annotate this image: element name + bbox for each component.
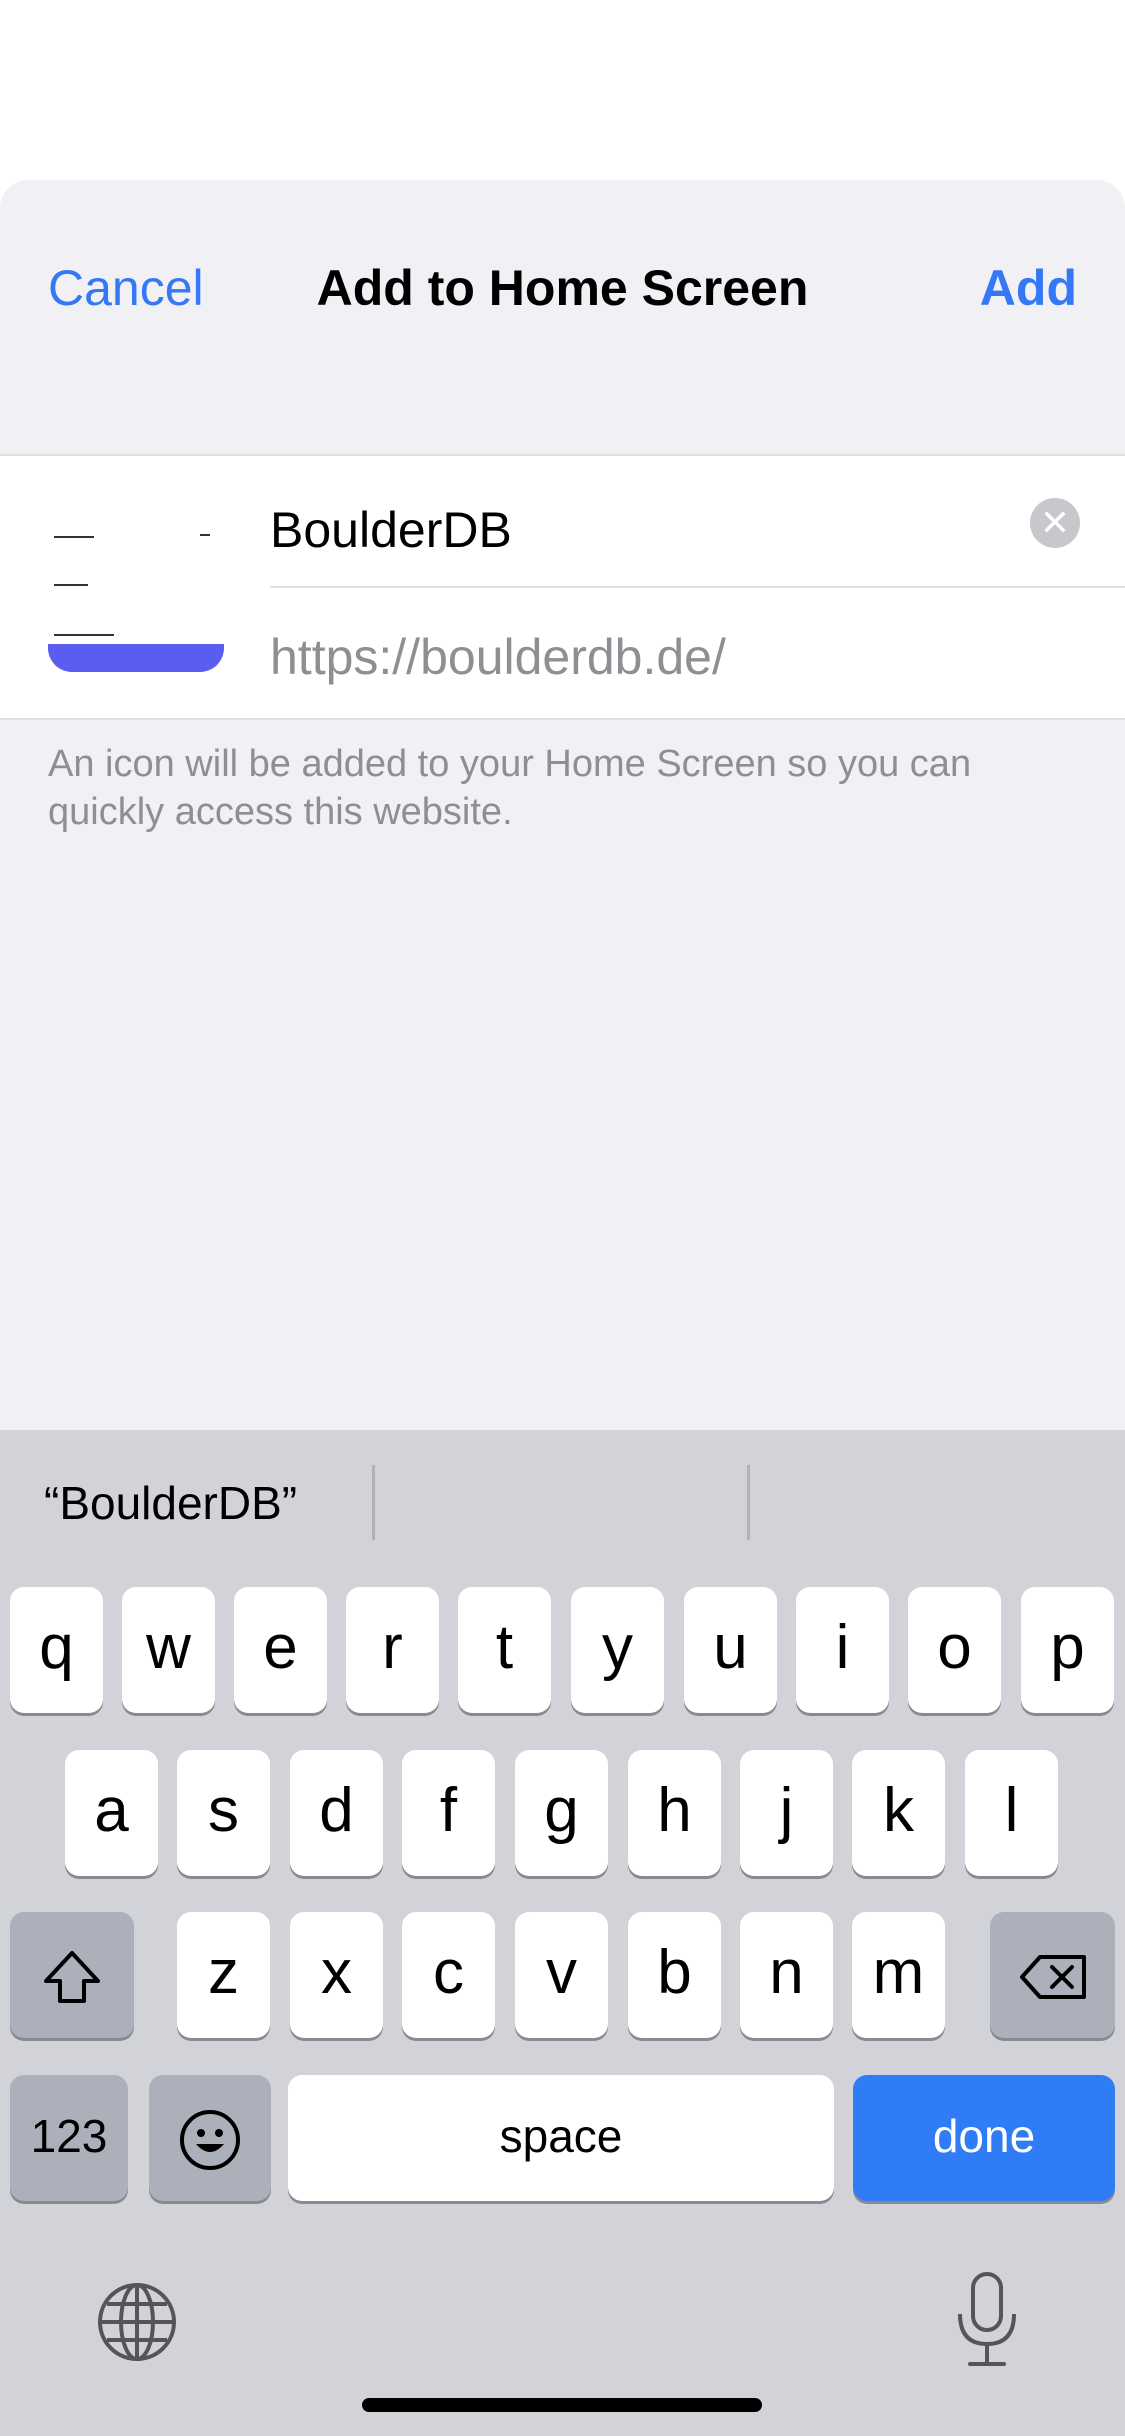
key-k[interactable]: k (852, 1750, 945, 1876)
key-m[interactable]: m (852, 1912, 945, 2038)
suggestion-divider (747, 1465, 750, 1540)
key-c[interactable]: c (402, 1912, 495, 2038)
key-g[interactable]: g (515, 1750, 608, 1876)
key-h[interactable]: h (628, 1750, 721, 1876)
bookmark-card: ✕ https://boulderdb.de/ (0, 454, 1125, 720)
sheet-title: Add to Home Screen (316, 260, 809, 316)
home-indicator[interactable] (362, 2398, 762, 2412)
emoji-icon (180, 2109, 240, 2170)
key-e[interactable]: e (234, 1587, 327, 1713)
key-z[interactable]: z (177, 1912, 270, 2038)
key-l[interactable]: l (965, 1750, 1058, 1876)
shift-key[interactable] (10, 1912, 134, 2038)
key-v[interactable]: v (515, 1912, 608, 2038)
add-button[interactable]: Add (980, 263, 1077, 315)
key-o[interactable]: o (908, 1587, 1001, 1713)
key-f[interactable]: f (402, 1750, 495, 1876)
key-u[interactable]: u (684, 1587, 777, 1713)
delete-icon (1019, 1954, 1086, 1999)
globe-key[interactable] (95, 2280, 179, 2364)
field-divider (270, 586, 1125, 588)
thumbnail-accent-bar (48, 644, 224, 672)
numbers-key[interactable]: 123 (10, 2075, 128, 2201)
key-y[interactable]: y (571, 1587, 664, 1713)
key-p[interactable]: p (1021, 1587, 1114, 1713)
done-key[interactable]: done (853, 2075, 1115, 2201)
key-t[interactable]: t (458, 1587, 551, 1713)
delete-key[interactable] (990, 1912, 1115, 2038)
clear-icon[interactable]: ✕ (1030, 498, 1080, 548)
suggestion-divider (372, 1465, 375, 1540)
thumbnail-text-line (54, 584, 88, 586)
bookmark-name-input[interactable] (270, 500, 1020, 560)
globe-icon (98, 2283, 176, 2361)
footnote-text: An icon will be added to your Home Scree… (48, 743, 972, 833)
thumbnail-text-line (200, 534, 210, 536)
key-a[interactable]: a (65, 1750, 158, 1876)
dictation-key[interactable] (950, 2270, 1024, 2370)
space-key[interactable]: space (288, 2075, 834, 2201)
emoji-key[interactable] (149, 2075, 271, 2201)
microphone-icon (958, 2272, 1016, 2366)
keyboard: “BoulderDB” q w e r t y u i o p a s d f … (0, 1430, 1125, 2436)
site-thumbnail (48, 496, 224, 672)
thumbnail-text-line (54, 634, 114, 636)
key-j[interactable]: j (740, 1750, 833, 1876)
suggestion-item[interactable]: “BoulderDB” (44, 1480, 297, 1526)
key-r[interactable]: r (346, 1587, 439, 1713)
bookmark-url: https://boulderdb.de/ (270, 629, 726, 685)
key-n[interactable]: n (740, 1912, 833, 2038)
key-w[interactable]: w (122, 1587, 215, 1713)
shift-icon (44, 1950, 100, 2003)
thumbnail-text-line (54, 536, 94, 538)
key-i[interactable]: i (796, 1587, 889, 1713)
key-x[interactable]: x (290, 1912, 383, 2038)
key-q[interactable]: q (10, 1587, 103, 1713)
key-s[interactable]: s (177, 1750, 270, 1876)
key-b[interactable]: b (628, 1912, 721, 2038)
key-d[interactable]: d (290, 1750, 383, 1876)
